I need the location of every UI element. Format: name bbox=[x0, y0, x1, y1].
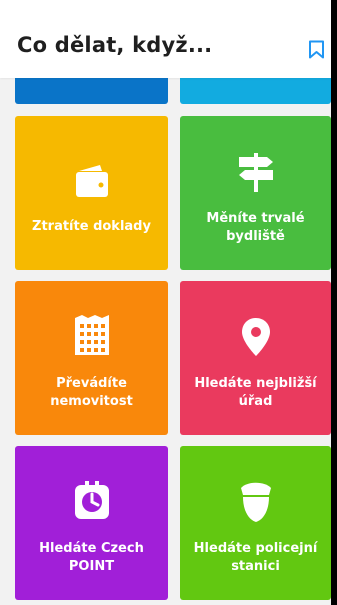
tile-find-office[interactable]: Hledáte nejbližší úřad bbox=[180, 281, 331, 435]
tile-transfer-property[interactable]: Převádíte nemovitost bbox=[15, 281, 168, 435]
wallet-icon bbox=[76, 165, 108, 197]
tile-label: Hledáte nejbližší úřad bbox=[194, 376, 317, 409]
tile-label: Převádíte nemovitost bbox=[50, 376, 133, 409]
bookmark-outline-icon[interactable] bbox=[308, 40, 325, 59]
tile-label: Měníte trvalé bydliště bbox=[206, 211, 305, 244]
tile-change-residence[interactable]: Měníte trvalé bydliště bbox=[180, 116, 331, 270]
screen-edge bbox=[331, 0, 337, 605]
police-cap-icon bbox=[241, 482, 271, 522]
app-screen: rodině Ztratíte doklady Měníte trvalé by… bbox=[0, 0, 331, 605]
tile-find-police[interactable]: Hledáte policejní stanici bbox=[180, 446, 331, 600]
building-icon bbox=[75, 315, 109, 355]
czech-point-icon bbox=[75, 481, 109, 519]
tile-label: Hledáte policejní stanici bbox=[193, 541, 318, 574]
app-header: Co dělat, když... bbox=[0, 0, 331, 78]
map-pin-icon bbox=[242, 318, 270, 356]
signpost-icon bbox=[239, 153, 273, 192]
tile-find-czech-point[interactable]: Hledáte Czech POINT bbox=[15, 446, 168, 600]
page-title: Co dělat, když... bbox=[17, 33, 213, 57]
tile-lost-documents[interactable]: Ztratíte doklady bbox=[15, 116, 168, 270]
tile-label: Ztratíte doklady bbox=[32, 219, 151, 234]
tile-label: Hledáte Czech POINT bbox=[39, 541, 144, 574]
